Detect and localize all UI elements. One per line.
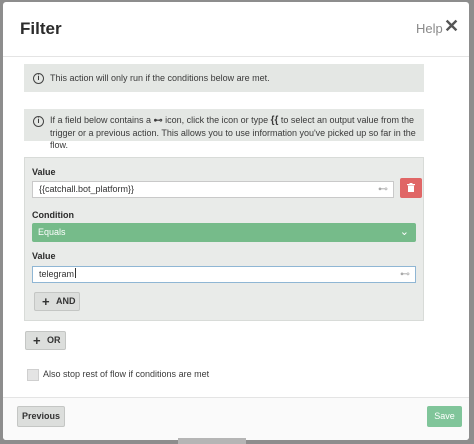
condition-label: Condition — [32, 210, 74, 220]
stop-flow-checkbox[interactable] — [27, 369, 39, 381]
link-icon: ⊷ — [153, 115, 163, 125]
chevron-down-icon: ⌄ — [399, 226, 409, 238]
value-label-1: Value — [32, 167, 56, 177]
operator-select[interactable]: Equals ⌄ — [32, 223, 416, 242]
and-button-label: AND — [56, 296, 76, 306]
delete-condition-button[interactable] — [400, 178, 422, 198]
value-label-2: Value — [32, 251, 56, 261]
value-input-2-text: telegram — [39, 269, 75, 279]
value-input-1-text: {{catchall.bot_platform}} — [39, 184, 135, 194]
stop-flow-label[interactable]: Also stop rest of flow if conditions are… — [43, 369, 209, 379]
field-help-notice: i If a field below contains a ⊷ icon, cl… — [24, 109, 424, 150]
or-button-label: OR — [47, 335, 61, 345]
text-caret — [75, 268, 77, 278]
previous-button[interactable]: Previous — [17, 406, 65, 427]
dialog-title: Filter — [20, 19, 62, 38]
help-link[interactable]: Help — [416, 21, 443, 36]
link-icon[interactable]: ⊷ — [400, 267, 410, 282]
plus-icon: + — [33, 333, 41, 348]
dialog-footer — [3, 397, 469, 440]
background-panel-edge — [178, 438, 246, 444]
info-icon: i — [33, 116, 44, 127]
save-button[interactable]: Save — [427, 406, 462, 427]
trash-icon — [407, 183, 415, 192]
add-or-group-button[interactable]: + OR — [25, 331, 66, 350]
value-input-2[interactable]: telegram ⊷ — [32, 266, 416, 283]
conditions-notice-text: This action will only run if the conditi… — [50, 73, 270, 83]
close-icon[interactable]: ✕ — [444, 17, 459, 35]
info-icon: i — [33, 73, 44, 84]
conditions-notice: i This action will only run if the condi… — [24, 64, 424, 92]
link-icon[interactable]: ⊷ — [378, 182, 388, 197]
plus-icon: + — [42, 294, 50, 309]
field-help-text: If a field below contains a ⊷ icon, clic… — [50, 115, 416, 150]
value-input-1[interactable]: {{catchall.bot_platform}} ⊷ — [32, 181, 394, 198]
operator-value: Equals — [38, 227, 66, 237]
filter-dialog: Filter Help ✕ i This action will only ru… — [3, 2, 469, 440]
add-and-condition-button[interactable]: + AND — [34, 292, 80, 311]
dialog-header: Filter Help ✕ — [3, 2, 469, 57]
